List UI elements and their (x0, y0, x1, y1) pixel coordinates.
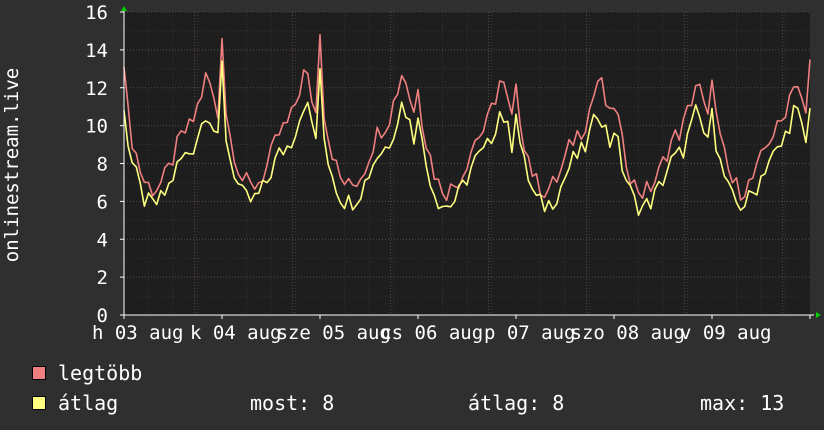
legend-label-atlag: átlag (58, 391, 119, 415)
x-tick-label: k 04 aug (190, 322, 282, 344)
x-tick-label: h 03 aug (92, 322, 184, 344)
stat-max: max: 13 (700, 391, 785, 415)
legend-item-atlag: átlag (32, 390, 118, 416)
y-tick-labels: 0246810121416 (85, 2, 108, 327)
y-tick-label: 8 (97, 154, 108, 176)
y-tick-label: 10 (85, 116, 108, 138)
stat-current: most: 8 (250, 391, 335, 415)
x-tick-label: szo 08 aug (571, 322, 685, 344)
y-tick-label: 2 (97, 267, 108, 289)
x-tick-label: sze 05 aug (277, 322, 391, 344)
y-axis-arrow (121, 6, 127, 11)
y-tick-label: 12 (85, 78, 108, 100)
x-tick-label: p 07 aug (484, 322, 576, 344)
x-tick-labels: h 03 aug k 04 augsze 05 augcs 06 aug p 07 … (92, 322, 772, 344)
y-tick-label: 4 (97, 229, 108, 251)
x-tick-label: v 09 aug (680, 322, 772, 344)
legend-swatch-legtobb (32, 366, 46, 380)
y-tick-label: 16 (85, 2, 108, 24)
y-tick-label: 14 (85, 40, 108, 62)
legend-swatch-atlag (32, 396, 46, 410)
x-axis-arrow (816, 312, 821, 318)
x-tick-label: cs 06 aug (380, 322, 483, 344)
stat-average: átlag: 8 (468, 391, 565, 415)
y-tick-label: 6 (97, 191, 108, 213)
chart: 0246810121416 h 03 aug k 04 augsze 05 aug… (1, 2, 821, 344)
y-axis-label: onlinestream.live (1, 68, 23, 262)
legend-item-legtobb: legtöbb (32, 360, 142, 386)
legend-label-legtobb: legtöbb (58, 361, 143, 385)
